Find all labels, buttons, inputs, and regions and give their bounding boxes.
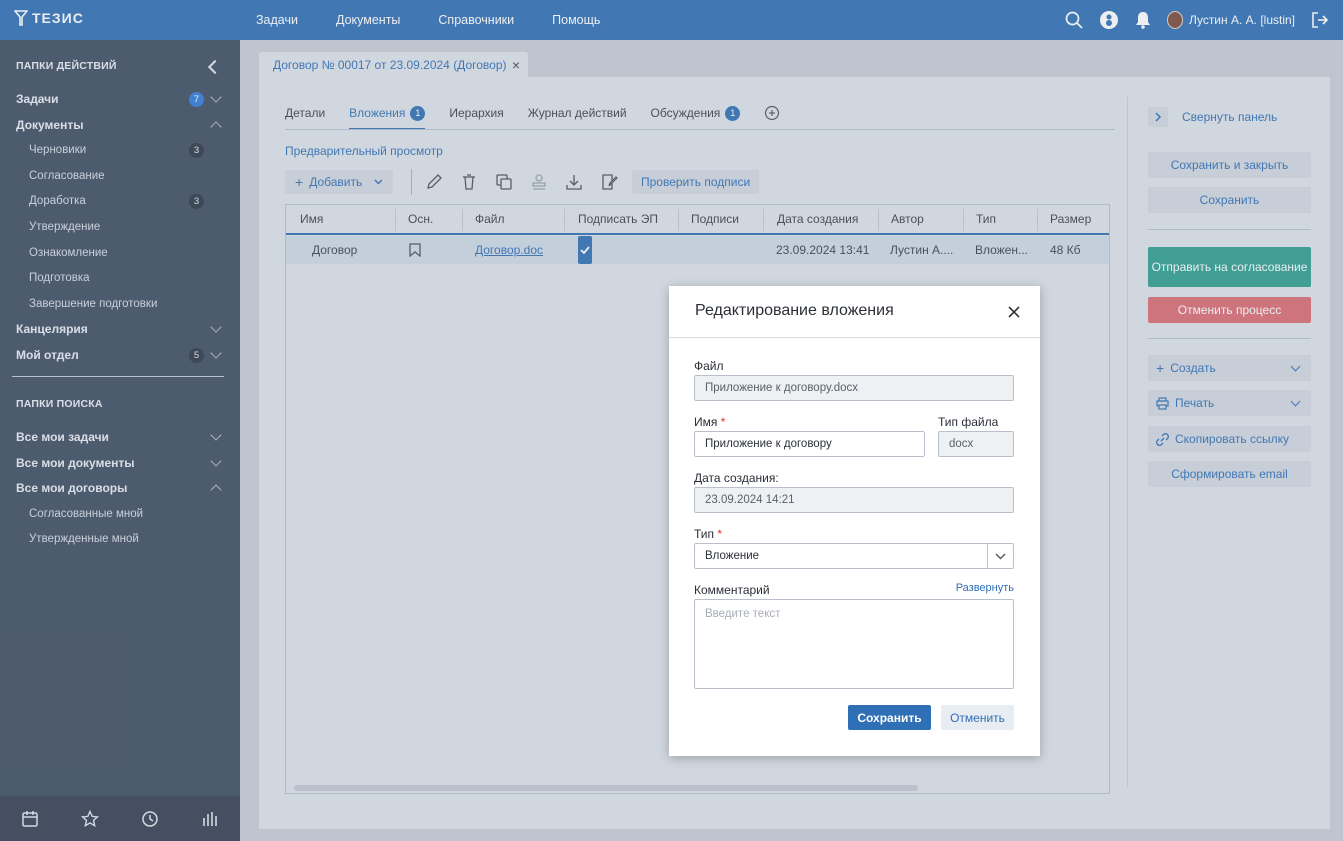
comment-textarea[interactable]: Введите текст [694,599,1014,689]
dialog-save-button[interactable]: Сохранить [848,705,931,730]
filetype-label: Тип файла [938,415,999,429]
type-select-value: Вложение [705,550,760,562]
name-field[interactable]: Приложение к договору [694,431,925,457]
dialog-title: Редактирование вложения [695,302,894,319]
name-label: Имя * [694,415,726,429]
dialog-divider [669,337,1040,338]
type-label: Тип * [694,527,723,541]
chevron-down-icon[interactable] [987,544,1013,568]
dialog-cancel-button[interactable]: Отменить [941,705,1014,730]
type-select[interactable]: Вложение [694,543,1014,569]
edit-attachment-dialog: Редактирование вложения Файл Приложение … [669,286,1040,756]
filetype-field: docx [938,431,1014,457]
comment-label: Комментарий [694,583,770,597]
file-field: Приложение к договору.docx [694,375,1014,401]
close-icon[interactable] [1006,304,1022,320]
file-label: Файл [694,359,724,373]
created-field: 23.09.2024 14:21 [694,487,1014,513]
created-label: Дата создания: [694,471,779,485]
expand-link[interactable]: Развернуть [956,582,1014,594]
